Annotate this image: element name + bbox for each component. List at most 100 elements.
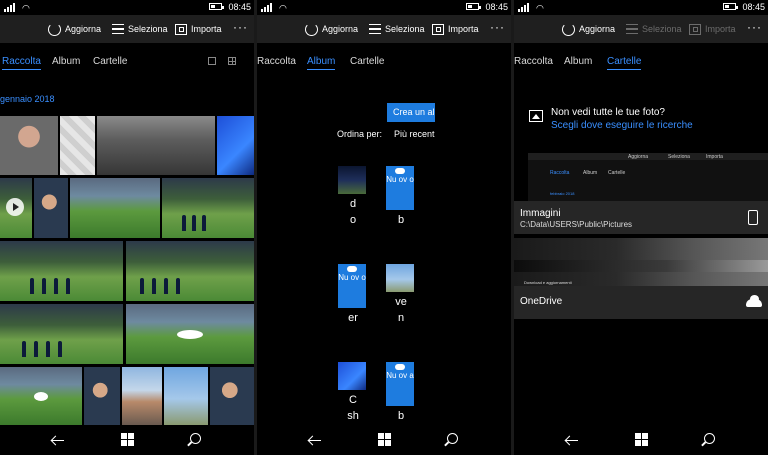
cloud-icon (395, 364, 405, 370)
single-view-icon[interactable] (208, 57, 216, 65)
import-label: Importa (705, 24, 736, 34)
tab-album[interactable]: Album (564, 56, 592, 67)
nav-bar (0, 425, 254, 455)
album-item[interactable]: Nu ov a b (386, 362, 416, 424)
refresh-label: Aggiorna (322, 24, 359, 34)
choose-locations-link[interactable]: Scegli dove eseguire le ricerche (551, 120, 693, 131)
select-button[interactable]: Seleziona (626, 21, 682, 37)
select-button[interactable]: Seleziona (369, 21, 425, 37)
clock: 08:45 (742, 2, 765, 12)
import-icon (432, 23, 444, 35)
tab-album[interactable]: Album (52, 56, 80, 67)
search-icon[interactable] (190, 433, 201, 444)
status-bar: ◠ 08:45 (514, 0, 768, 15)
album-item[interactable]: do (338, 166, 368, 228)
photo-tile[interactable] (34, 178, 68, 238)
refresh-label: Aggiorna (579, 24, 616, 34)
refresh-label: Aggiorna (65, 24, 102, 34)
more-button[interactable]: ··· (490, 20, 505, 34)
folders-panel: ◠ 08:45 Aggiorna Seleziona Importa ··· R… (514, 0, 768, 455)
pivot-bar: Raccolta Album Cartelle (514, 56, 768, 72)
photo-tile[interactable] (0, 367, 82, 425)
tab-collection[interactable]: Raccolta (257, 56, 296, 67)
tab-folders[interactable]: Cartelle (350, 56, 384, 67)
cloud-icon (395, 168, 405, 174)
windows-icon[interactable] (635, 433, 648, 446)
album-thumbnail (338, 362, 366, 390)
photo-tile[interactable] (162, 178, 254, 238)
import-button[interactable]: Importa (689, 21, 736, 37)
grid-view-icon[interactable] (228, 57, 236, 65)
photo-tile[interactable] (60, 116, 95, 175)
album-item[interactable]: ve n (386, 264, 416, 326)
back-icon[interactable] (51, 434, 64, 446)
sort-select[interactable]: Più recent (394, 129, 435, 139)
select-label: Seleziona (642, 24, 682, 34)
cloud-icon (347, 266, 357, 272)
album-item[interactable]: Nu ov o b (386, 166, 416, 228)
album-thumbnail (338, 166, 366, 194)
battery-icon (466, 3, 481, 10)
photo-tile[interactable] (0, 304, 123, 364)
album-item[interactable]: Csh (338, 362, 368, 424)
import-button[interactable]: Importa (175, 21, 222, 37)
import-icon (689, 23, 701, 35)
back-icon[interactable] (565, 434, 578, 446)
refresh-button[interactable]: Aggiorna (48, 21, 101, 37)
new-album-tile: Nu ov a (386, 362, 414, 406)
status-bar: ◠ 08:45 (0, 0, 254, 15)
refresh-button[interactable]: Aggiorna (562, 21, 615, 37)
photo-tile[interactable] (97, 116, 215, 175)
create-album-button[interactable]: Crea un al (387, 103, 435, 122)
photo-tile[interactable] (217, 116, 254, 175)
folder-images[interactable]: Immagini C:\Data\USERS\Public\Pictures (514, 201, 768, 234)
import-button[interactable]: Importa (432, 21, 479, 37)
tab-folders[interactable]: Cartelle (607, 56, 642, 70)
windows-icon[interactable] (121, 433, 134, 446)
album-item[interactable]: Nu ov o er (338, 264, 368, 326)
photo-tile[interactable] (70, 178, 160, 238)
photo-tile[interactable] (210, 367, 254, 425)
tab-album[interactable]: Album (307, 56, 336, 70)
date-header: gennaio 2018 (0, 94, 55, 104)
back-icon[interactable] (308, 434, 321, 446)
wifi-icon: ◠ (22, 3, 30, 13)
photo-tile[interactable] (122, 367, 162, 425)
tab-folders[interactable]: Cartelle (93, 56, 127, 67)
select-label: Seleziona (128, 24, 168, 34)
photo-tile[interactable] (0, 116, 58, 175)
select-icon (369, 24, 381, 34)
signal-icon (4, 3, 16, 12)
select-button[interactable]: Seleziona (112, 21, 168, 37)
tab-collection[interactable]: Raccolta (2, 56, 41, 70)
battery-icon (723, 3, 738, 10)
nav-bar (514, 425, 768, 455)
battery-icon (209, 3, 224, 10)
more-button[interactable]: ··· (747, 20, 762, 34)
more-button[interactable]: ··· (233, 20, 248, 34)
refresh-icon (562, 22, 575, 36)
collection-panel: ◠ 08:45 Aggiorna Seleziona Importa ··· R… (0, 0, 254, 455)
onedrive-icon (746, 295, 762, 307)
photo-tile[interactable] (0, 241, 123, 301)
windows-icon[interactable] (378, 433, 391, 446)
search-icon[interactable] (447, 433, 458, 444)
search-icon[interactable] (704, 433, 715, 444)
play-icon[interactable] (6, 198, 24, 216)
pivot-bar: Raccolta Album Cartelle (257, 56, 511, 72)
signal-icon (261, 3, 273, 12)
app-bar: Aggiorna Seleziona Importa ··· (257, 15, 511, 43)
image-icon (529, 110, 543, 122)
photo-tile[interactable] (126, 304, 254, 364)
import-icon (175, 23, 187, 35)
folder-thumbnail-preview[interactable]: Aggiorna Seleziona Importa Raccolta Albu… (528, 153, 768, 201)
photo-tile[interactable] (164, 367, 208, 425)
select-icon (626, 24, 638, 34)
phone-icon (748, 210, 758, 225)
tab-collection[interactable]: Raccolta (514, 56, 553, 67)
folder-onedrive[interactable]: OneDrive (514, 286, 768, 319)
refresh-button[interactable]: Aggiorna (305, 21, 358, 37)
folder-thumbnail-preview[interactable]: Download e aggiornamenti (514, 238, 768, 286)
photo-tile[interactable] (84, 367, 120, 425)
photo-tile[interactable] (126, 241, 254, 301)
